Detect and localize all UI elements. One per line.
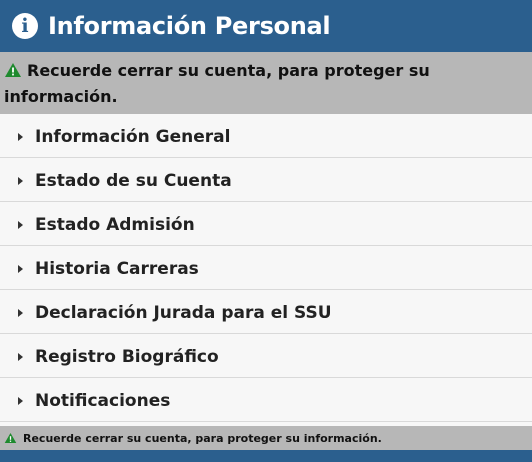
notice-text-1: Recuerde cerrar su cuenta, para proteger… (27, 61, 430, 80)
security-notice-footer: Recuerde cerrar su cuenta, para proteger… (0, 426, 532, 450)
caret-right-icon (18, 264, 23, 273)
menu-item-historia-carreras[interactable]: Historia Carreras (0, 248, 532, 290)
personal-info-menu: Información General Estado de su Cuenta … (0, 114, 532, 426)
warning-triangle-icon (4, 432, 17, 444)
menu-item-label: Historia Carreras (35, 258, 199, 279)
menu-item-informacion-general[interactable]: Información General (0, 116, 532, 158)
info-icon: i (12, 13, 38, 39)
notice-line-1: Recuerde cerrar su cuenta, para proteger… (4, 58, 526, 84)
caret-right-icon (18, 308, 23, 317)
menu-item-label: Registro Biográfico (35, 346, 219, 367)
page-title: Información Personal (48, 12, 331, 40)
menu-item-label: Notificaciones (35, 390, 171, 411)
warning-triangle-icon (5, 62, 21, 77)
caret-right-icon (18, 176, 23, 185)
menu-item-notificaciones[interactable]: Notificaciones (0, 380, 532, 422)
caret-right-icon (18, 132, 23, 141)
caret-right-icon (18, 396, 23, 405)
menu-item-estado-cuenta[interactable]: Estado de su Cuenta (0, 160, 532, 202)
page-header: i Información Personal (0, 0, 532, 52)
menu-item-label: Estado de su Cuenta (35, 170, 232, 191)
footer-notice-text: Recuerde cerrar su cuenta, para proteger… (23, 431, 382, 445)
menu-item-registro-biografico[interactable]: Registro Biográfico (0, 336, 532, 378)
menu-item-declaracion-jurada[interactable]: Declaración Jurada para el SSU (0, 292, 532, 334)
notice-text-2: información. (4, 87, 118, 106)
menu-item-estado-admision[interactable]: Estado Admisión (0, 204, 532, 246)
menu-item-label: Declaración Jurada para el SSU (35, 302, 332, 323)
security-notice: Recuerde cerrar su cuenta, para proteger… (0, 52, 532, 114)
caret-right-icon (18, 352, 23, 361)
caret-right-icon (18, 220, 23, 229)
menu-item-label: Estado Admisión (35, 214, 195, 235)
menu-item-label: Información General (35, 126, 231, 147)
